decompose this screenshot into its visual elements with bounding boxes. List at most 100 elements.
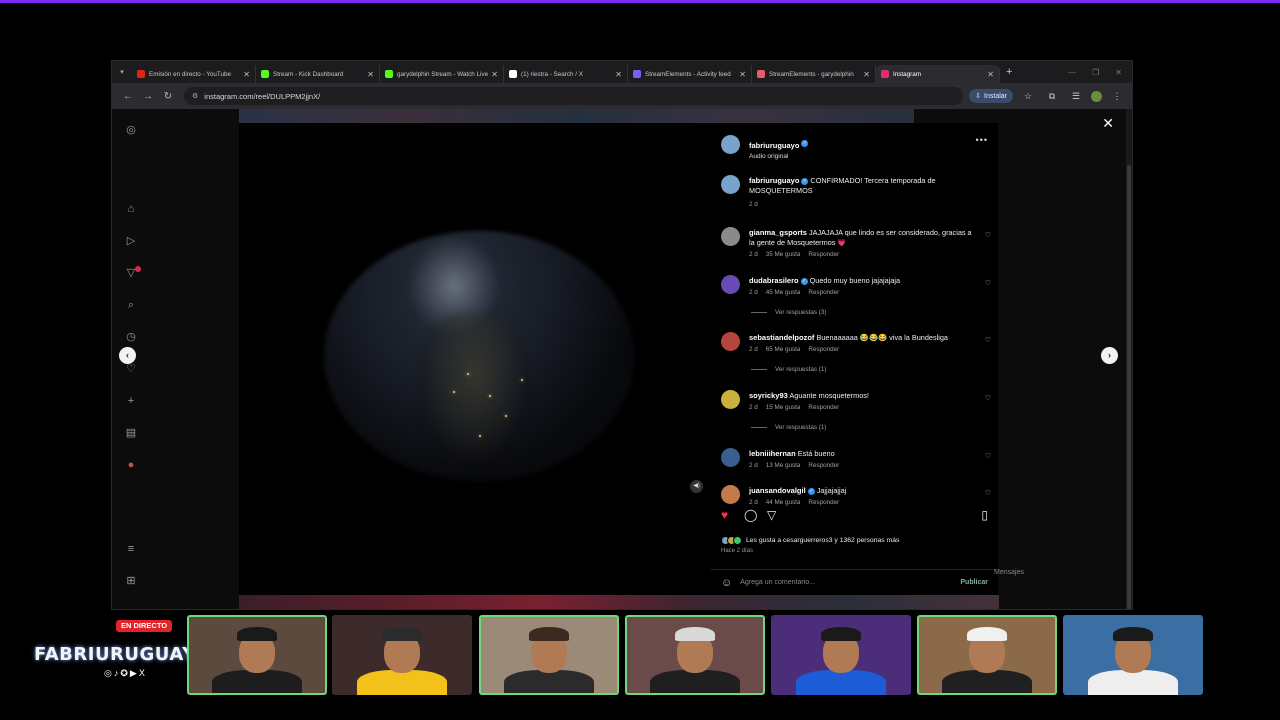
instagram-logo-icon[interactable]: ◎ [124, 123, 138, 137]
commenter-avatar[interactable] [721, 485, 740, 504]
save-bookmark-icon[interactable]: ▯ [981, 508, 988, 522]
audio-label[interactable]: Audio original [749, 153, 810, 160]
publish-button[interactable]: Publicar [960, 579, 988, 586]
commenter-username[interactable]: gianma_gsports [749, 228, 807, 237]
more-menu-icon[interactable]: ≡ [124, 542, 138, 556]
close-tab-icon[interactable]: ✕ [863, 70, 870, 79]
commenter-avatar[interactable] [721, 332, 740, 351]
more-options-icon[interactable]: ••• [976, 135, 988, 145]
comment-like-icon[interactable]: ♡ [985, 336, 991, 344]
scrollbar-thumb[interactable] [1127, 165, 1131, 609]
browser-tab[interactable]: Instagram ✕ [876, 65, 1000, 83]
commenter-avatar[interactable] [721, 227, 740, 246]
install-app-button[interactable]: ⇩ Instalar [969, 89, 1013, 103]
comment-likes[interactable]: 13 Me gusta [766, 462, 801, 469]
comment-like-icon[interactable]: ♡ [985, 394, 991, 402]
bookmark-star-icon[interactable]: ☆ [1019, 91, 1037, 102]
emoji-icon[interactable]: ☺ [721, 577, 732, 589]
like-heart-icon[interactable]: ♥ [721, 508, 728, 522]
comment-like-icon[interactable]: ♡ [985, 279, 991, 287]
messages-drawer-label[interactable]: Mensajes [994, 569, 1024, 576]
reply-button[interactable]: Responder [808, 251, 839, 258]
url-field[interactable]: ⚙ instagram.com/reel/DULPPM2jjnX/ [184, 87, 964, 105]
streamelements-icon [757, 70, 765, 78]
browser-tab[interactable]: Stream - Kick Dashboard ✕ [256, 65, 380, 83]
commenter-username[interactable]: sebastiandelpozof [749, 333, 814, 342]
close-tab-icon[interactable]: ✕ [243, 70, 250, 79]
forward-icon[interactable]: → [138, 91, 158, 102]
reel-video[interactable]: ◀) [239, 123, 711, 595]
browser-tab[interactable]: (1) riestra - Search / X ✕ [504, 65, 628, 83]
comment-composer: ☺ Agrega un comentario... Publicar [711, 569, 998, 595]
comment-likes[interactable]: 35 Me gusta [766, 251, 801, 258]
new-tab-button[interactable]: + [1006, 66, 1012, 78]
comment-like-icon[interactable]: ♡ [985, 231, 991, 239]
browser-tab[interactable]: StreamElements - Activity feed ✕ [628, 65, 752, 83]
comment-icon[interactable]: ◯ [744, 508, 757, 522]
author-username[interactable]: fabriuruguayo [749, 141, 799, 150]
close-tab-icon[interactable]: ✕ [491, 70, 498, 79]
comment-likes[interactable]: 45 Me gusta [766, 289, 801, 296]
view-replies-button[interactable]: Ver respuestas (3) [751, 309, 826, 316]
city-light [505, 415, 507, 417]
home-icon[interactable]: ⌂ [124, 202, 138, 216]
commenter-avatar[interactable] [721, 390, 740, 409]
reels-icon[interactable]: ▷ [124, 234, 138, 248]
profile-avatar[interactable] [1091, 90, 1102, 102]
maximize-icon[interactable]: ❐ [1092, 68, 1099, 77]
commenter-username[interactable]: dudabrasilero [749, 276, 799, 285]
commenter-avatar[interactable] [721, 448, 740, 467]
likes-summary[interactable]: Les gusta a cesarguerreros3 y 1362 perso… [721, 536, 899, 545]
view-replies-button[interactable]: Ver respuestas (1) [751, 366, 826, 373]
dashboard-icon[interactable]: ▤ [124, 426, 138, 440]
reply-button[interactable]: Responder [808, 404, 839, 411]
comment-like-icon[interactable]: ♡ [985, 489, 991, 497]
author-avatar[interactable] [721, 135, 740, 154]
reply-button[interactable]: Responder [808, 346, 839, 353]
extensions-icon[interactable]: ⧉ [1043, 91, 1061, 102]
notifications-heart-icon[interactable]: ♡ [124, 362, 138, 376]
comment-likes[interactable]: 15 Me gusta [766, 404, 801, 411]
caption-username[interactable]: fabriuruguayo [749, 176, 799, 185]
profile-icon[interactable]: ● [124, 458, 138, 472]
reply-button[interactable]: Responder [808, 499, 839, 506]
create-icon[interactable]: + [124, 394, 138, 408]
comment-likes[interactable]: 44 Me gusta [766, 499, 801, 506]
close-window-icon[interactable]: ✕ [1115, 68, 1122, 77]
reload-icon[interactable]: ↻ [158, 91, 178, 102]
close-tab-icon[interactable]: ✕ [987, 70, 994, 79]
commenter-avatar[interactable] [721, 275, 740, 294]
meta-apps-icon[interactable]: ⊞ [124, 574, 138, 588]
commenter-username[interactable]: juansandovalgil [749, 486, 806, 495]
browser-tab[interactable]: Emisión en directo - YouTube ✕ [132, 65, 256, 83]
tab-groups-icon[interactable]: ☰ [1067, 91, 1085, 102]
reply-button[interactable]: Responder [808, 462, 839, 469]
previous-reel-arrow[interactable]: ‹ [119, 347, 136, 364]
browser-tab[interactable]: garydelphin Stream - Watch Live ✕ [380, 65, 504, 83]
author-avatar[interactable] [721, 175, 740, 194]
commenter-username[interactable]: soyricky93 [749, 391, 788, 400]
browser-menu-icon[interactable]: ⋮ [1108, 91, 1126, 102]
minimize-icon[interactable]: — [1068, 68, 1076, 77]
close-tab-icon[interactable]: ✕ [367, 70, 374, 79]
close-tab-icon[interactable]: ✕ [739, 70, 746, 79]
page-scrollbar[interactable] [1126, 109, 1132, 609]
share-icon[interactable]: ▽ [767, 508, 776, 522]
site-info-icon[interactable]: ⚙ [192, 92, 198, 100]
search-icon[interactable]: ⌕ [124, 298, 138, 312]
view-replies-button[interactable]: Ver respuestas (1) [751, 424, 826, 431]
tab-search-button[interactable]: ▾ [112, 61, 132, 83]
commenter-username[interactable]: lebniiihernan [749, 449, 796, 458]
next-reel-arrow[interactable]: › [1101, 347, 1118, 364]
back-icon[interactable]: ← [118, 91, 138, 102]
reel-actions: ♥ ◯ ▽ ▯ [711, 508, 998, 530]
close-reel-icon[interactable]: ✕ [1102, 115, 1114, 132]
comment-like-icon[interactable]: ♡ [985, 452, 991, 460]
mute-icon[interactable]: ◀) [690, 480, 703, 493]
comment-input[interactable]: Agrega un comentario... [740, 579, 960, 586]
explore-icon[interactable]: ◷ [124, 330, 138, 344]
browser-tab[interactable]: StreamElements - garydelphin ✕ [752, 65, 876, 83]
comment-likes[interactable]: 65 Me gusta [766, 346, 801, 353]
reply-button[interactable]: Responder [808, 289, 839, 296]
close-tab-icon[interactable]: ✕ [615, 70, 622, 79]
